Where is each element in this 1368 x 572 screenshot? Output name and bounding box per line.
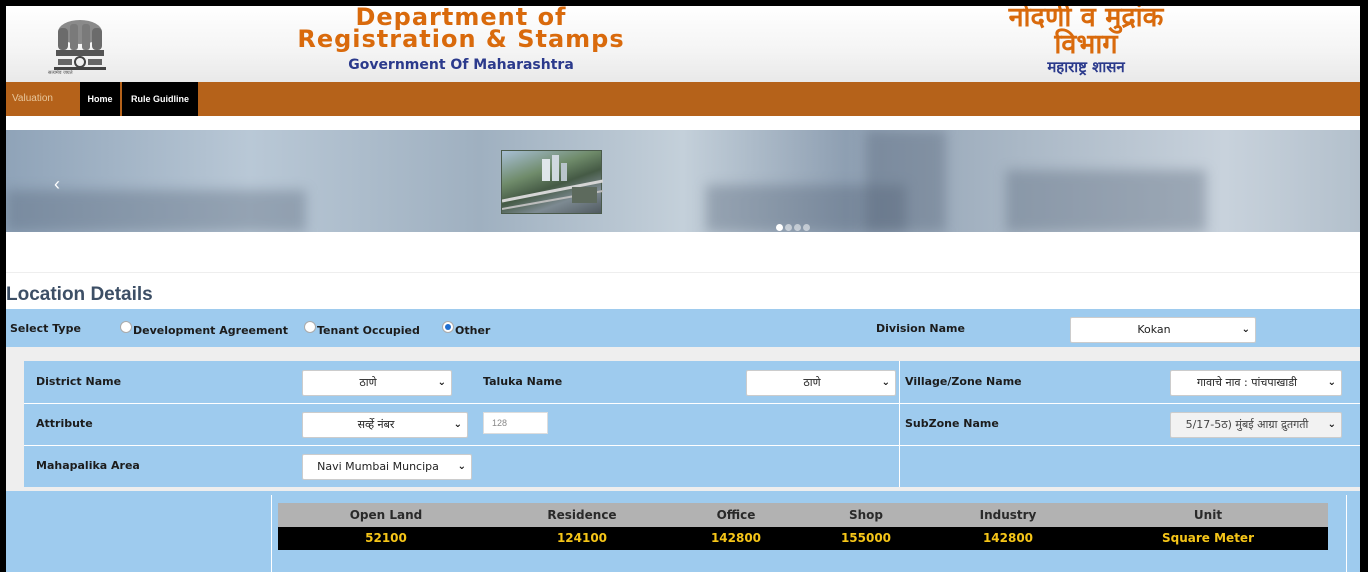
radio-label-other[interactable]: Other <box>455 324 490 337</box>
chevron-down-icon: ⌄ <box>457 461 466 472</box>
division-select-value: Kokan <box>1137 323 1171 336</box>
department-title: Department of Registration & Stamps <box>221 6 701 53</box>
location-details-heading: Location Details <box>6 284 153 305</box>
rate-office: 142800 <box>710 531 762 545</box>
rates-header-shop: Shop <box>848 508 884 522</box>
mahapalika-area-label: Mahapalika Area <box>36 459 140 472</box>
village-zone-label: Village/Zone Name <box>905 375 1022 388</box>
chevron-down-icon: ⌄ <box>437 377 446 388</box>
top-nav: Valuation Home Rule Guidline <box>6 82 1360 116</box>
carousel-dot[interactable] <box>776 224 783 231</box>
rate-industry: 142800 <box>982 531 1034 545</box>
rates-header-open-land: Open Land <box>349 508 423 522</box>
division-select[interactable]: Kokan ⌄ <box>1070 317 1256 343</box>
carousel-dot[interactable] <box>794 224 801 231</box>
section-spacer <box>6 347 1360 361</box>
division-name-label: Division Name <box>876 322 965 335</box>
attribute-number-input[interactable]: 128 <box>483 412 548 434</box>
chevron-down-icon: ⌄ <box>453 419 462 430</box>
radio-label-development-agreement[interactable]: Development Agreement <box>133 324 288 337</box>
carousel-city-image <box>501 150 604 214</box>
emblem-motto: सत्यमेव जयते <box>48 70 73 76</box>
chevron-down-icon: ⌄ <box>1327 377 1336 388</box>
section-divider <box>6 272 1360 273</box>
rate-unit: Square Meter <box>1162 531 1254 545</box>
district-name-label: District Name <box>36 375 122 388</box>
chevron-down-icon: ⌄ <box>881 377 890 388</box>
chevron-down-icon: ⌄ <box>1327 419 1336 430</box>
taluka-name-label: Taluka Name <box>483 375 563 388</box>
rate-residence: 124100 <box>556 531 608 545</box>
department-subtitle-marathi: महाराष्ट्र शासन <box>1047 58 1125 76</box>
grid-line <box>271 495 272 572</box>
carousel-bg-shape <box>6 190 306 232</box>
mahapalika-select-value: Navi Mumbai Muncipa <box>317 460 439 473</box>
radio-label-tenant-occupied[interactable]: Tenant Occupied <box>317 324 420 337</box>
village-zone-select[interactable]: गावाचे नाव : पांचपाखाडी ⌄ <box>1170 370 1342 396</box>
district-select-value: ठाणे <box>359 376 377 389</box>
rates-header-residence: Residence <box>547 508 617 522</box>
radio-other[interactable] <box>442 321 454 333</box>
department-title-marathi: नोंदणी व मुद्रांक विभाग <box>906 6 1266 58</box>
attribute-select-value: सर्व्हे नंबर <box>357 418 395 431</box>
city-aerial-icon <box>501 155 604 210</box>
taluka-select[interactable]: ठाणे ⌄ <box>746 370 896 396</box>
chevron-left-icon: ‹ <box>54 174 60 194</box>
site-header: सत्यमेव जयते Department of Registration … <box>6 6 1360 82</box>
grid-line <box>1346 495 1347 572</box>
nav-home[interactable]: Home <box>80 82 120 116</box>
carousel-bg-shape <box>1006 170 1206 232</box>
subzone-select-value: 5/17-5ठ) मुंबई आग्रा द्रुतगती <box>1185 418 1309 431</box>
district-select[interactable]: ठाणे ⌄ <box>302 370 452 396</box>
grid-line <box>24 403 1360 404</box>
department-title-marathi-line2: विभाग <box>1054 29 1118 60</box>
chevron-down-icon: ⌄ <box>1241 324 1250 335</box>
taluka-select-value: ठाणे <box>803 376 821 389</box>
department-title-line2: Registration & Stamps <box>297 25 625 53</box>
radio-tenant-occupied[interactable] <box>304 321 316 333</box>
location-grid-wrapper: District Name ठाणे ⌄ Taluka Name ठाणे ⌄ … <box>6 361 1360 491</box>
village-zone-select-value: गावाचे नाव : पांचपाखाडी <box>1196 376 1298 389</box>
carousel-indicators <box>776 218 812 232</box>
carousel-bg-shape <box>866 130 946 232</box>
select-type-row: Select Type Development Agreement Tenant… <box>6 309 1360 347</box>
department-subtitle: Government Of Maharashtra <box>348 57 574 73</box>
carousel-dot[interactable] <box>785 224 792 231</box>
carousel-prev-button[interactable]: ‹ <box>54 174 60 195</box>
radio-development-agreement[interactable] <box>120 321 132 333</box>
rates-table-header: Open Land Residence Office Shop Industry… <box>278 503 1328 527</box>
nav-rule-guideline[interactable]: Rule Guidline <box>122 82 198 116</box>
image-carousel: ‹ <box>6 130 1360 232</box>
rates-header-office: Office <box>716 508 756 522</box>
carousel-dot[interactable] <box>803 224 810 231</box>
nav-brand[interactable]: Valuation <box>12 82 53 116</box>
department-title-marathi-line1: नोंदणी व मुद्रांक <box>1008 6 1164 33</box>
rate-shop: 155000 <box>840 531 892 545</box>
subzone-select[interactable]: 5/17-5ठ) मुंबई आग्रा द्रुतगती ⌄ <box>1170 412 1342 438</box>
subzone-name-label: SubZone Name <box>905 417 999 430</box>
attribute-label: Attribute <box>36 417 93 430</box>
rates-table-row: 52100 124100 142800 155000 142800 Square… <box>278 527 1328 550</box>
grid-line <box>24 445 1360 446</box>
rate-open-land: 52100 <box>365 531 407 545</box>
location-grid: District Name ठाणे ⌄ Taluka Name ठाणे ⌄ … <box>24 361 1360 487</box>
page-frame: सत्यमेव जयते Department of Registration … <box>6 6 1360 572</box>
grid-line <box>899 361 900 487</box>
rates-table: Open Land Residence Office Shop Industry… <box>278 503 1328 550</box>
attribute-select[interactable]: सर्व्हे नंबर ⌄ <box>302 412 468 438</box>
rates-header-industry: Industry <box>979 508 1037 522</box>
rates-header-unit: Unit <box>1193 508 1223 522</box>
select-type-label: Select Type <box>10 322 81 335</box>
mahapalika-select[interactable]: Navi Mumbai Muncipa ⌄ <box>302 454 472 480</box>
